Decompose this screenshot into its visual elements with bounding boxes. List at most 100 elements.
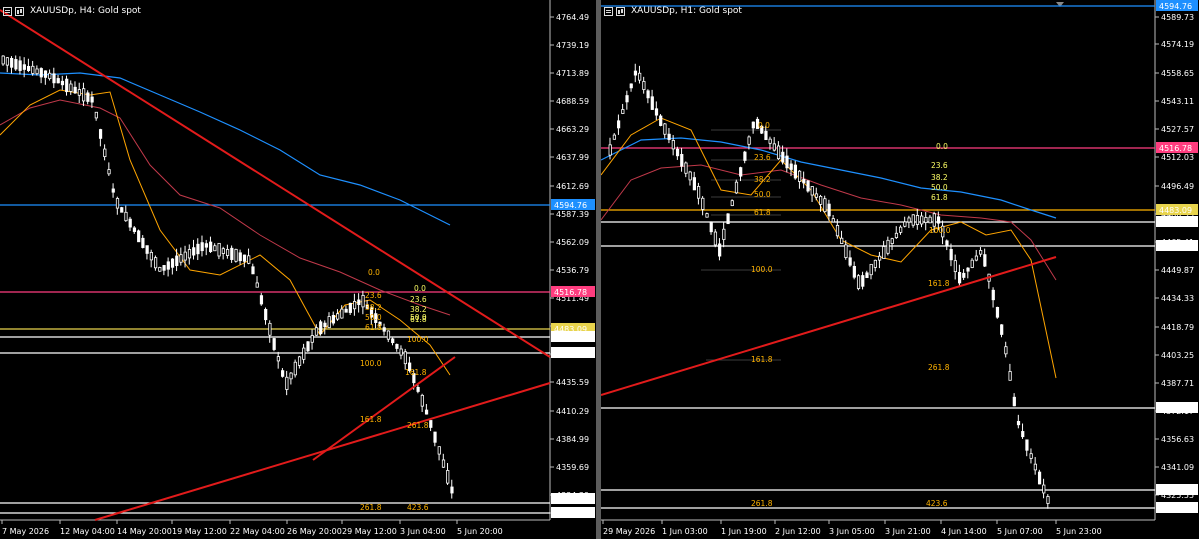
candle (327, 316, 331, 329)
candle (221, 248, 225, 254)
candle (386, 330, 391, 340)
candle (768, 138, 772, 144)
candle (82, 88, 86, 102)
candle (268, 322, 272, 336)
price-tag-label: 4516.78 (554, 288, 587, 297)
candle (663, 123, 667, 135)
candle (175, 255, 179, 267)
fib-extension-label: 261.8 (360, 503, 382, 512)
chart-header: XAUUSDp, H4: Gold spot (3, 4, 141, 18)
y-tick-label: 4527.57 (1161, 125, 1194, 134)
candle (667, 133, 671, 140)
x-tick-label: 3 Jun 05:00 (829, 527, 875, 536)
chart-type-icon[interactable] (616, 6, 625, 16)
candle (352, 301, 357, 310)
y-tick-label: 4536.79 (556, 266, 589, 275)
candle (835, 225, 840, 237)
candle (1004, 346, 1008, 355)
y-tick-label: 4562.09 (556, 238, 589, 247)
y-tick-label: 4356.63 (1161, 435, 1194, 444)
price-chart-h4[interactable]: 4764.49 4739.19 4713.89 4688.59 4663.29 4637.… (0, 0, 596, 539)
y-tick-label: 4612.69 (556, 182, 589, 191)
x-tick-label: 14 May 20:00 (117, 527, 172, 536)
plot-area[interactable] (601, 0, 1155, 520)
chart-menu-icon[interactable] (604, 6, 613, 16)
candle (970, 259, 974, 268)
candle (285, 376, 289, 390)
chart-menu-icon[interactable] (3, 6, 12, 16)
y-tick-label: 4574.19 (1161, 40, 1194, 49)
plot-area[interactable] (0, 0, 550, 520)
candle (1000, 324, 1004, 335)
candle (957, 272, 962, 284)
candle (869, 263, 873, 276)
candle (1021, 431, 1025, 438)
x-tick-label: 3 Jun 04:00 (400, 527, 446, 536)
candle (949, 249, 953, 261)
candle (718, 243, 722, 257)
x-tick-label: 29 May 12:00 (342, 527, 397, 536)
candle (416, 386, 420, 392)
candle (1008, 371, 1012, 381)
price-tag-label: 4594.76 (554, 201, 587, 210)
fib-level-label: 0.0 (368, 268, 380, 277)
x-tick-label: 5 Jun 23:00 (1056, 527, 1102, 536)
candle (781, 151, 785, 163)
x-tick-label: 29 May 2026 (603, 527, 655, 536)
x-tick-label: 26 May 20:00 (287, 527, 342, 536)
candle (39, 68, 43, 78)
candle (179, 254, 183, 263)
fib-extension-label: 423.6 (926, 499, 948, 508)
candle (650, 96, 654, 110)
fib-level-label: 23.6 (365, 291, 382, 300)
candle (344, 308, 348, 313)
candle (94, 111, 98, 119)
candle (625, 95, 629, 103)
candle (272, 338, 276, 350)
fib-level-label: 23.6 (754, 153, 771, 162)
candle (48, 72, 52, 80)
x-tick-label: 5 Jun 07:00 (997, 527, 1043, 536)
y-tick-label: 4637.99 (556, 153, 589, 162)
candle (772, 143, 776, 151)
candle (823, 198, 827, 213)
candle (907, 217, 911, 223)
y-tick-label: 4543.11 (1161, 97, 1194, 106)
candle (739, 167, 743, 177)
candle (878, 255, 882, 261)
candle (395, 343, 399, 349)
price-tag-label: 4476.26 (554, 333, 587, 342)
candle (621, 109, 625, 114)
candle (69, 83, 73, 92)
candle (251, 266, 255, 275)
candle (391, 338, 395, 344)
price-tag-label: 4320.40 (1159, 486, 1192, 495)
fib-level-label: 100.0 (407, 335, 429, 344)
candle (14, 59, 18, 70)
candle (154, 257, 158, 269)
candle (310, 335, 314, 343)
candle (319, 321, 323, 335)
fib-level-label: 161.8 (405, 368, 427, 377)
candle (751, 121, 755, 129)
candle (848, 257, 852, 266)
candle (433, 431, 437, 443)
candle (65, 78, 69, 93)
candle (255, 282, 259, 288)
candle (340, 308, 344, 319)
chart-panel-h1[interactable]: XAUUSDp, H1: Gold spot 4589.73 4574.19 455… (601, 0, 1199, 539)
candle (276, 356, 280, 362)
candle (141, 237, 145, 248)
candle (238, 252, 242, 262)
price-chart-h1[interactable]: 4589.73 4574.19 4558.65 4543.11 4527.57 4512.… (601, 0, 1199, 539)
candle (747, 136, 751, 145)
chart-type-icon[interactable] (15, 6, 24, 16)
chart-panel-h4[interactable]: XAUUSDp, H4: Gold spot 4764.49 4739.19 471… (0, 0, 596, 539)
fib-level-label: 61.8 (365, 323, 382, 332)
candle (90, 96, 94, 103)
candle (446, 470, 450, 484)
candle (120, 207, 124, 213)
price-tag-label: 4326.40 (554, 495, 587, 504)
y-tick-label: 4410.29 (556, 407, 589, 416)
chart-title: XAUUSDp, H4: Gold spot (30, 6, 141, 16)
